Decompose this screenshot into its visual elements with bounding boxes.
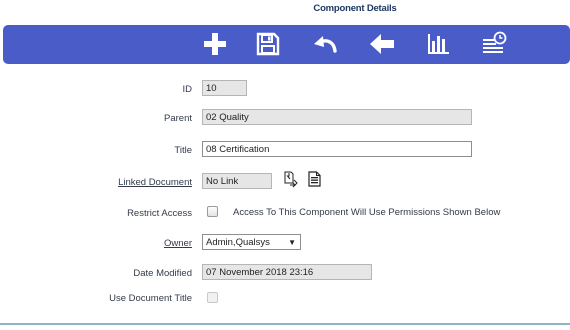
history-list-icon bbox=[483, 31, 507, 53]
linked-document-field[interactable]: No Link bbox=[202, 173, 272, 189]
chart-button[interactable] bbox=[421, 28, 455, 60]
date-modified-field[interactable]: 07 November 2018 23:16 bbox=[202, 264, 372, 280]
use-document-title-label: Use Document Title bbox=[109, 293, 192, 304]
chevron-down-icon: ▼ bbox=[288, 238, 296, 247]
restrict-access-checkbox[interactable] bbox=[207, 206, 218, 217]
floppy-disk-icon bbox=[256, 32, 280, 56]
back-button[interactable] bbox=[365, 28, 399, 60]
date-modified-label: Date Modified bbox=[133, 268, 192, 279]
undo-button[interactable] bbox=[308, 28, 342, 60]
title-label: Title bbox=[174, 145, 192, 156]
owner-select-value: Admin,Qualsys bbox=[206, 237, 270, 248]
linked-document-link[interactable]: Linked Document bbox=[118, 177, 192, 188]
undo-arrow-icon bbox=[314, 36, 337, 53]
save-button[interactable] bbox=[251, 28, 285, 60]
owner-select[interactable]: Admin,Qualsys ▼ bbox=[202, 234, 301, 250]
id-field[interactable]: 10 bbox=[202, 80, 247, 96]
bar-chart-icon bbox=[428, 34, 449, 54]
document-move-icon bbox=[284, 171, 298, 188]
owner-link[interactable]: Owner bbox=[164, 238, 192, 249]
parent-label: Parent bbox=[164, 113, 192, 124]
browse-document-button[interactable] bbox=[283, 171, 299, 194]
history-button[interactable] bbox=[477, 28, 511, 60]
plus-icon bbox=[204, 33, 226, 55]
left-arrow-icon bbox=[370, 34, 394, 54]
toolbar bbox=[3, 25, 570, 64]
page-title: Component Details bbox=[313, 3, 397, 14]
view-document-button[interactable] bbox=[308, 171, 321, 192]
use-document-title-checkbox bbox=[207, 292, 218, 303]
parent-field[interactable]: 02 Quality bbox=[202, 109, 472, 125]
document-icon bbox=[308, 171, 321, 187]
id-label: ID bbox=[182, 84, 193, 95]
restrict-access-note: Access To This Component Will Use Permis… bbox=[233, 207, 501, 218]
add-button[interactable] bbox=[198, 28, 232, 60]
title-field[interactable]: 08 Certification bbox=[202, 141, 472, 157]
restrict-access-label: Restrict Access bbox=[127, 208, 192, 219]
bottom-divider bbox=[0, 323, 570, 325]
